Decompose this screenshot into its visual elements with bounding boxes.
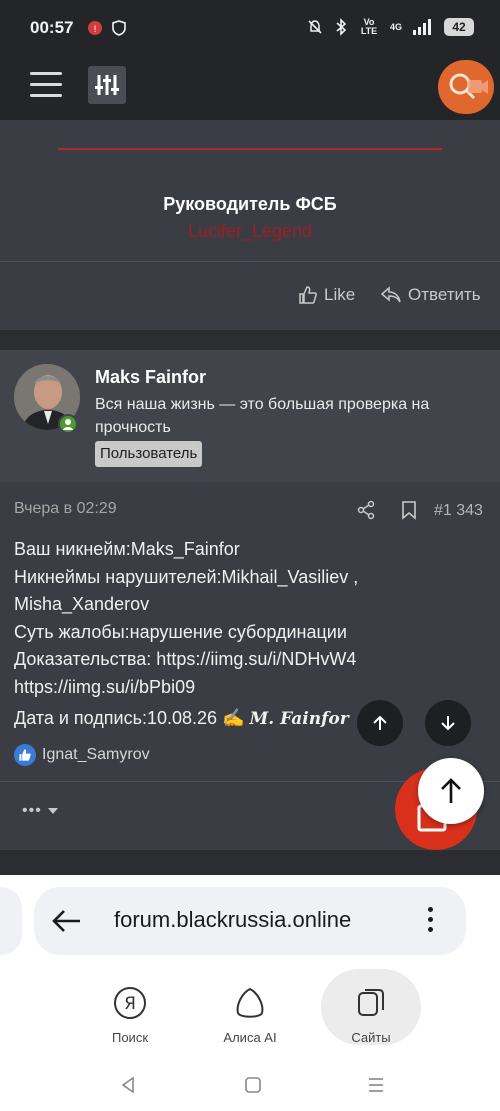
signature-divider bbox=[58, 148, 442, 150]
address-bar[interactable]: forum.blackrussia.online bbox=[34, 887, 466, 955]
signature-name: Lucifer_Legend bbox=[187, 221, 313, 241]
svg-text:!: ! bbox=[93, 25, 97, 35]
yandex-search-icon: Я bbox=[114, 987, 146, 1019]
post-actions bbox=[356, 500, 418, 520]
forum-header bbox=[0, 58, 500, 120]
system-home-icon[interactable] bbox=[243, 1075, 263, 1095]
author-title: Вся наша жизнь — это большая проверка на… bbox=[95, 396, 430, 436]
previous-tab-preview[interactable] bbox=[0, 887, 22, 955]
bookmark-icon[interactable] bbox=[400, 500, 418, 520]
shield-icon bbox=[112, 20, 126, 36]
sliders-icon bbox=[95, 75, 119, 95]
nav-alice[interactable]: Алиса AI bbox=[200, 985, 300, 1045]
svg-text:Я: Я bbox=[124, 994, 136, 1014]
search-icon bbox=[449, 73, 488, 100]
system-back-icon[interactable] bbox=[118, 1075, 138, 1095]
network-type-label: 4G bbox=[389, 21, 402, 32]
mute-icon bbox=[308, 20, 322, 34]
status-time: 00:57 bbox=[30, 18, 74, 37]
post-date[interactable]: Вчера в 02:29 bbox=[14, 500, 117, 518]
reply-icon bbox=[380, 286, 401, 303]
battery-indicator: 42 bbox=[444, 18, 474, 36]
post-number[interactable]: #1 343 bbox=[434, 502, 483, 520]
nav-sites[interactable]: Сайты bbox=[321, 969, 421, 1045]
like-button[interactable]: Like bbox=[298, 285, 355, 305]
handwritten-signature: M. Fainfor bbox=[249, 709, 349, 729]
online-status-icon bbox=[58, 414, 78, 434]
like-label: Like bbox=[324, 285, 356, 304]
post-line-violators: Никнеймы нарушителей:Mikhail_Vasiliev , bbox=[14, 566, 359, 587]
browser-bottom-bar: forum.blackrussia.online Я Поиск Алиса A… bbox=[0, 875, 500, 1111]
post-line-date-signature: Дата и подпись:10.08.26 ✍️ M. Fainfor bbox=[14, 705, 484, 734]
app-notification-icon: ! bbox=[88, 21, 102, 35]
reacted-user[interactable]: Ignat_Samyrov bbox=[42, 746, 150, 764]
alice-icon bbox=[236, 987, 264, 1018]
more-menu-button[interactable]: ••• bbox=[22, 802, 59, 820]
reply-button[interactable]: Ответить bbox=[380, 285, 481, 305]
status-bar: 00:57 ! Vo LTE 4G 42 bbox=[0, 0, 500, 58]
nav-sites-label: Сайты bbox=[351, 1030, 391, 1045]
bluetooth-icon bbox=[336, 18, 347, 36]
nav-search-label: Поиск bbox=[111, 1030, 149, 1045]
post-line-nickname: Ваш никнейм:Maks_Fainfor bbox=[14, 539, 240, 559]
previous-post: Руководитель ФСБ Lucifer_Legend Like Отв… bbox=[0, 120, 500, 330]
nav-alice-label: Алиса AI bbox=[223, 1030, 277, 1045]
scroll-up-button[interactable] bbox=[357, 700, 403, 746]
post-line-evidence-link-2[interactable]: https://iimg.su/i/bPbi09 bbox=[14, 674, 484, 702]
like-reaction-icon bbox=[14, 744, 36, 766]
scroll-down-button[interactable] bbox=[425, 700, 471, 746]
system-navigation-bar bbox=[0, 1075, 500, 1095]
divider bbox=[0, 261, 500, 262]
menu-icon[interactable] bbox=[30, 72, 62, 100]
post-line-complaint: Суть жалобы:нарушение субординации bbox=[14, 621, 347, 642]
reaction-list[interactable]: Ignat_Samyrov bbox=[14, 744, 150, 766]
system-recents-icon[interactable] bbox=[366, 1075, 386, 1095]
post-author-bar: Maks Fainfor Вся наша жизнь — это больша… bbox=[0, 350, 500, 482]
status-notification-icons: ! bbox=[86, 19, 128, 37]
share-icon[interactable] bbox=[356, 500, 376, 520]
date-signature-text: Дата и подпись:10.08.26 ✍️ bbox=[14, 708, 245, 728]
overflow-menu-icon[interactable] bbox=[428, 907, 436, 937]
scroll-top-button[interactable] bbox=[418, 758, 484, 824]
signal-icon bbox=[413, 19, 431, 35]
status-system-icons: Vo LTE 4G 42 bbox=[306, 18, 474, 36]
arrow-down-icon bbox=[441, 716, 455, 731]
reply-label: Ответить bbox=[408, 285, 481, 304]
nav-search[interactable]: Я Поиск bbox=[80, 985, 180, 1045]
url-text[interactable]: forum.blackrussia.online bbox=[114, 907, 351, 933]
author-name[interactable]: Maks Fainfor bbox=[95, 367, 206, 388]
search-button[interactable] bbox=[438, 60, 494, 114]
back-arrow-icon[interactable] bbox=[50, 905, 84, 937]
post-line-evidence-link[interactable]: Доказательства: https://iimg.su/i/NDHvW4 bbox=[14, 646, 484, 674]
filter-button[interactable] bbox=[88, 66, 126, 104]
more-label: ••• bbox=[22, 802, 42, 819]
user-role-badge: Пользователь bbox=[95, 441, 203, 467]
thumbs-up-icon bbox=[299, 286, 317, 304]
tabs-icon bbox=[358, 989, 384, 1016]
chevron-down-icon bbox=[48, 808, 59, 814]
post-line-violators-cont: Misha_Xanderov bbox=[14, 594, 150, 614]
volte-label: Vo LTE bbox=[360, 17, 378, 36]
arrow-up-icon bbox=[373, 715, 387, 730]
arrow-up-icon bbox=[441, 778, 461, 803]
signature-title: Руководитель ФСБ bbox=[163, 194, 337, 214]
post-body: Ваш никнейм:Maks_Fainfor Никнеймы наруши… bbox=[14, 536, 484, 734]
